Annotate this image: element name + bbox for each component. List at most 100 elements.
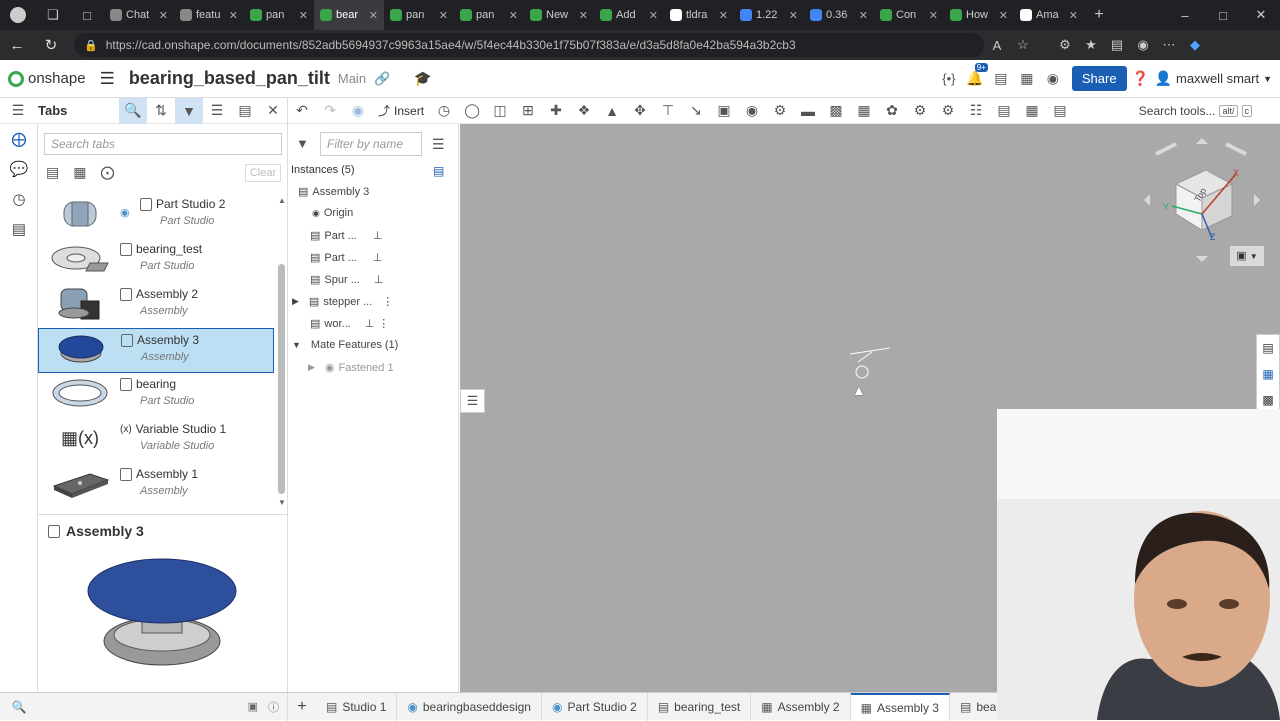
refresh-icon[interactable]: ↻ — [34, 36, 68, 54]
workspaces-icon[interactable]: ❏ — [36, 7, 70, 23]
user-menu[interactable]: 👤 maxwell smart ▼ — [1155, 70, 1272, 87]
close-tab-icon[interactable]: ✕ — [579, 9, 588, 22]
favorites-icon[interactable]: ★ — [1078, 37, 1104, 53]
close-tab-icon[interactable]: ✕ — [719, 9, 728, 22]
url-field[interactable]: 🔒 https://cad.onshape.com/documents/852a… — [74, 33, 984, 57]
tabs-panel-icon[interactable]: ☰ — [4, 98, 32, 124]
minimize-button[interactable]: – — [1166, 8, 1204, 23]
share-button[interactable]: Share — [1071, 66, 1127, 91]
sort-icon[interactable]: ⇅ — [147, 98, 175, 124]
fastened-mate-icon[interactable]: ◯ — [458, 98, 486, 124]
cylindrical-mate-icon[interactable]: ✚ — [542, 98, 570, 124]
view-options-dropdown[interactable]: ▣ ▼ — [1230, 246, 1264, 266]
onshape-logo[interactable]: onshape — [0, 70, 86, 87]
notifications-icon[interactable]: 🔔 9+ — [962, 63, 988, 87]
tab-item-variable-studio-1[interactable]: ▦(x) (x) Variable Studio 1 Variable Studio — [38, 418, 274, 463]
scrollbar-thumb[interactable] — [278, 264, 285, 494]
close-tab-icon[interactable]: ✕ — [509, 9, 518, 22]
new-folder-icon[interactable]: ▤ — [433, 164, 444, 178]
settings-gear-icon[interactable]: ⚙ — [906, 98, 934, 124]
read-aloud-icon[interactable]: A — [984, 38, 1010, 53]
close-icon[interactable]: ✕ — [259, 98, 287, 124]
scroll-down-icon[interactable]: ▼ — [278, 498, 286, 507]
collapse-panel-icon[interactable]: ▣ — [248, 700, 258, 713]
detail-view-icon[interactable]: ▤ — [231, 98, 259, 124]
slider-mate-icon[interactable]: ⊞ — [514, 98, 542, 124]
undo-icon[interactable]: ↶ — [288, 98, 316, 124]
tab-item-assembly-3[interactable]: Assembly 3 Assembly — [38, 328, 274, 373]
instance-worm[interactable]: ▤ wor... ⊥ ⋮ — [310, 317, 389, 331]
parallel-mate-icon[interactable]: ✥ — [626, 98, 654, 124]
section-view-icon[interactable]: ▤ — [990, 98, 1018, 124]
more-options-icon[interactable]: ⋯ — [1156, 37, 1182, 53]
tab-list-scrollbar[interactable]: ▲ ▼ — [278, 190, 286, 510]
tangent-mate-icon[interactable]: ↘ — [682, 98, 710, 124]
document-tab[interactable]: ▤ bearing_test — [648, 692, 752, 721]
release-icon[interactable]: ▤ — [988, 70, 1014, 87]
browser-tab[interactable]: tldra ✕ — [664, 0, 734, 30]
mate-connector-icon[interactable]: ▣ — [710, 98, 738, 124]
instance-origin[interactable]: ◉ Origin — [312, 207, 353, 219]
redo-icon[interactable]: ↷ — [316, 98, 344, 124]
document-tab[interactable]: ▤ Studio 1 — [316, 692, 398, 721]
favorite-star-icon[interactable]: ☆ — [1010, 37, 1036, 53]
list-options-icon[interactable]: ☰ — [432, 136, 445, 153]
bolt-icon[interactable]: ⚙ — [934, 98, 962, 124]
code-icon[interactable]: {•} — [936, 71, 962, 86]
assembly-filter-icon[interactable]: ▦ — [73, 164, 86, 181]
extensions-icon[interactable]: ⚙ — [1052, 37, 1078, 53]
table-icon[interactable]: ▦ — [1018, 98, 1046, 124]
browser-tab[interactable]: 1.22 ✕ — [734, 0, 804, 30]
browser-tab[interactable]: New ✕ — [524, 0, 594, 30]
back-icon[interactable]: ← — [0, 37, 34, 54]
close-tab-icon[interactable]: ✕ — [999, 9, 1008, 22]
close-tab-icon[interactable]: ✕ — [229, 9, 238, 22]
mate-fastened-1[interactable]: ▶ ◉ Fastened 1 — [308, 361, 394, 375]
comments-icon[interactable]: 💬 — [0, 154, 38, 184]
help-icon[interactable]: ⓘ — [268, 699, 279, 715]
instance-stepper[interactable]: ▶ ▤ stepper ... ⋮ — [292, 295, 393, 309]
circular-pattern-icon[interactable]: ✿ — [878, 98, 906, 124]
browser-tab[interactable]: How ✕ — [944, 0, 1014, 30]
close-tab-icon[interactable]: ✕ — [1069, 9, 1078, 22]
app-store-icon[interactable]: ▦ — [1014, 70, 1040, 87]
palette-icon[interactable]: ◉ — [1040, 70, 1066, 87]
document-tab[interactable]: ▦ Assembly 3 — [850, 692, 950, 721]
variable-filter-icon[interactable]: ⨀ — [100, 164, 114, 181]
gear-relation-icon[interactable]: ⚙ — [766, 98, 794, 124]
explode-icon[interactable]: ☷ — [962, 98, 990, 124]
close-tab-icon[interactable]: ✕ — [159, 9, 168, 22]
revolute-mate-icon[interactable]: ◫ — [486, 98, 514, 124]
tab-item-assembly-1[interactable]: Assembly 1 Assembly — [38, 463, 274, 508]
filter-by-name-input[interactable]: Filter by name — [320, 132, 422, 156]
list-view-icon[interactable]: ☰ — [203, 98, 231, 124]
bom-panel-icon[interactable]: ▤ — [1257, 335, 1279, 361]
instance-spur[interactable]: ▤ Spur ... ⊥ — [310, 273, 383, 287]
document-title[interactable]: bearing_based_pan_tilt — [129, 68, 330, 89]
vpn-icon[interactable]: ◉ — [1130, 37, 1156, 53]
close-tab-icon[interactable]: ✕ — [439, 9, 448, 22]
instance-part-1[interactable]: ▤ Part ... ⊥ — [310, 229, 382, 243]
instance-part-2[interactable]: ▤ Part ... ⊥ — [310, 251, 382, 265]
browser-tab[interactable]: pan ✕ — [244, 0, 314, 30]
close-tab-icon[interactable]: ✕ — [929, 9, 938, 22]
browser-tab[interactable]: pan ✕ — [454, 0, 524, 30]
group-icon[interactable]: ◉ — [738, 98, 766, 124]
close-tab-icon[interactable]: ✕ — [789, 9, 798, 22]
insert-part-icon[interactable]: ⨁ — [0, 124, 38, 154]
learning-center-icon[interactable]: 🎓 — [414, 70, 431, 87]
tab-item-assembly-2[interactable]: Assembly 2 Assembly — [38, 283, 274, 328]
branch-label[interactable]: Main — [338, 71, 366, 86]
insert-button[interactable]: ⤴ Insert — [372, 102, 430, 119]
hamburger-menu-icon[interactable]: ☰ — [100, 69, 115, 89]
tab-item-part-studio-2[interactable]: ◉ Part Studio 2 Part Studio — [38, 193, 274, 238]
add-tab-button[interactable]: + — [288, 698, 316, 716]
bom-icon[interactable]: ▤ — [1046, 98, 1074, 124]
ball-mate-icon[interactable]: ⊤ — [654, 98, 682, 124]
filter-funnel-icon[interactable]: ▼ — [296, 136, 309, 151]
screw-relation-icon[interactable]: ▩ — [822, 98, 850, 124]
tab-item-bearing[interactable]: bearing Part Studio — [38, 373, 274, 418]
document-tab[interactable]: ◉ bearingbaseddesign — [397, 692, 542, 721]
search-tabs-icon[interactable]: 🔍 — [0, 693, 38, 721]
planar-mate-icon[interactable]: ▲ — [598, 98, 626, 124]
